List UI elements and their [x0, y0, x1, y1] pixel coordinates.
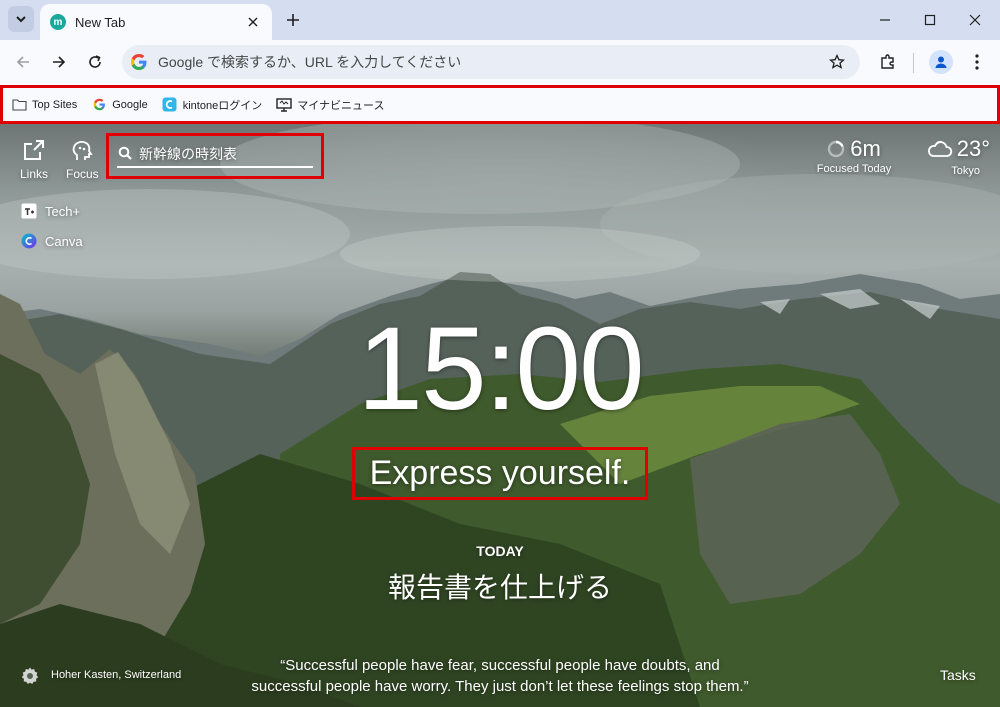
bookmark-top-sites[interactable]: Top Sites [11, 97, 77, 113]
focus-button[interactable]: Focus [66, 140, 99, 181]
address-bar[interactable]: Google で検索するか、URL を入力してください [122, 45, 860, 79]
browser-toolbar: Google で検索するか、URL を入力してください [0, 40, 1000, 85]
weather-city: Tokyo [951, 165, 980, 177]
title-bar: m New Tab [0, 0, 1000, 40]
clock-time: 15:00 [357, 303, 644, 435]
news-icon [276, 97, 292, 113]
weather-widget[interactable]: 23° Tokyo [910, 136, 990, 177]
focus-timer-ring-icon [828, 140, 845, 158]
extensions-button[interactable] [874, 48, 902, 76]
tab-title: New Tab [75, 14, 126, 30]
today-label: TODAY [476, 543, 524, 559]
search-input[interactable]: 新幹線の時刻表 [139, 144, 237, 164]
focused-today-widget[interactable]: 6m Focused Today [812, 136, 896, 175]
bookmark-mynavi-news[interactable]: マイナビニュース [276, 97, 384, 113]
bookmark-kintone[interactable]: kintoneログイン [162, 97, 262, 113]
close-tab-icon[interactable] [244, 13, 262, 31]
external-link-icon [24, 140, 44, 160]
folder-icon [11, 97, 27, 113]
mantra-text[interactable]: Express yourself. [370, 454, 631, 493]
temperature: 23° [956, 136, 990, 161]
bookmarks-bar: Top Sites Google kintoneログイン マイナビニュース [0, 85, 1000, 124]
quote-line: successful people have worry. They just … [251, 678, 749, 695]
new-tab-button[interactable] [282, 9, 304, 31]
google-icon [91, 97, 107, 113]
bookmark-label: マイナビニュース [297, 99, 385, 112]
search-icon [118, 146, 132, 160]
address-bar-placeholder: Google で検索するか、URL を入力してください [158, 54, 462, 70]
momentum-dashboard: Links Focus 新幹線の時刻表 Tech+ Canva 6m Focus… [0, 124, 1000, 707]
menu-button[interactable] [963, 48, 991, 76]
forward-button[interactable] [45, 48, 73, 76]
back-button[interactable] [9, 48, 37, 76]
momentum-search-box[interactable]: 新幹線の時刻表 [106, 133, 324, 179]
quote-line: “Successful people have fear, successful… [280, 657, 720, 674]
cloudy-weather-icon [927, 140, 952, 157]
tasks-button[interactable]: Tasks [940, 667, 976, 683]
search-underline [117, 166, 313, 168]
maximize-button[interactable] [907, 0, 953, 40]
head-brain-icon [73, 141, 94, 160]
reload-button[interactable] [81, 48, 109, 76]
shortcut-label: Canva [45, 233, 83, 249]
toolbar-divider [913, 53, 914, 73]
close-window-button[interactable] [952, 0, 998, 40]
close-icon [969, 14, 981, 26]
kebab-menu-icon [975, 54, 979, 70]
bookmark-star-icon[interactable] [822, 47, 852, 77]
bookmark-google[interactable]: Google [91, 97, 148, 113]
focused-time: 6m [850, 136, 881, 161]
minimize-icon [880, 19, 890, 21]
maximize-icon [924, 14, 936, 26]
today-focus-text[interactable]: 報告書を仕上げる [0, 566, 1000, 606]
momentum-favicon-icon: m [50, 14, 66, 30]
daily-quote[interactable]: “Successful people have fear, successful… [200, 655, 800, 697]
tab-search-button[interactable] [8, 6, 34, 32]
links-button[interactable]: Links [20, 140, 48, 181]
techplus-icon [21, 203, 37, 219]
reload-icon [89, 55, 101, 68]
kintone-icon [162, 97, 178, 113]
minimize-button[interactable] [862, 0, 908, 40]
focus-label: Focus [66, 167, 99, 181]
bookmark-label: Google [112, 98, 148, 111]
mantra-highlight: Express yourself. [352, 447, 648, 500]
arrow-left-icon [16, 56, 29, 68]
person-icon [935, 56, 947, 68]
bookmark-label: Top Sites [32, 98, 78, 111]
shortcut-techplus[interactable]: Tech+ [21, 203, 80, 219]
chevron-down-icon [16, 16, 26, 23]
canva-icon [21, 233, 37, 249]
shortcut-label: Tech+ [45, 203, 81, 219]
plus-icon [287, 14, 299, 26]
profile-avatar[interactable] [929, 50, 953, 74]
tab-new-tab[interactable]: m New Tab [40, 4, 272, 40]
focused-today-label: Focused Today [816, 163, 892, 175]
google-icon [130, 53, 148, 71]
links-label: Links [20, 167, 49, 181]
bookmark-label: kintoneログイン [182, 99, 263, 112]
shortcut-canva[interactable]: Canva [21, 233, 83, 249]
puzzle-icon [881, 54, 894, 69]
arrow-right-icon [53, 56, 66, 68]
photo-credit[interactable]: Hoher Kasten, Switzerland [51, 669, 181, 681]
gear-icon[interactable] [20, 666, 40, 686]
